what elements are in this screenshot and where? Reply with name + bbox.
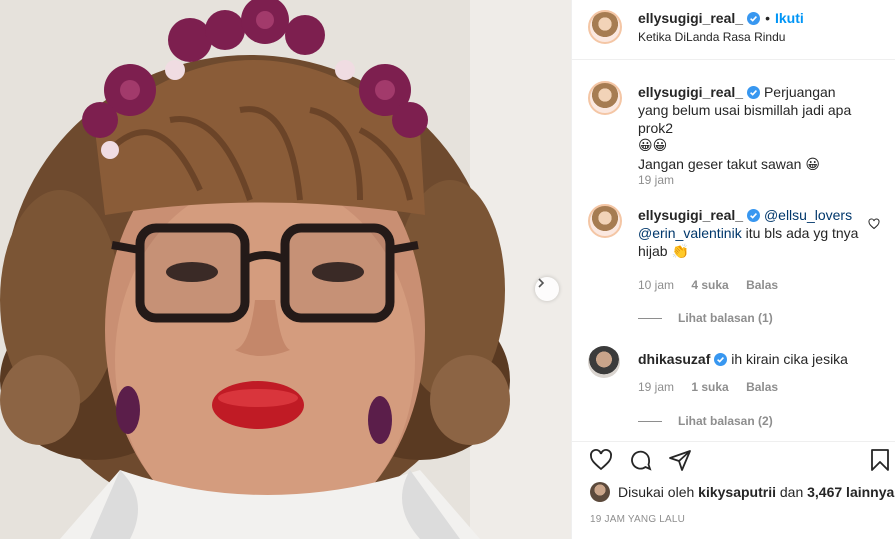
likes-count[interactable]: 3,467 lainnya [807, 484, 894, 500]
verified-badge-icon [747, 11, 761, 25]
post-timestamp[interactable]: 19 JAM YANG LALU [590, 514, 685, 525]
comment-meta: 10 jam 4 suka Balas [638, 278, 792, 292]
chevron-right-icon [538, 278, 545, 288]
view-replies-button[interactable]: Lihat balasan (1) [638, 311, 773, 325]
liker-username[interactable]: kikysaputrii [698, 484, 776, 500]
post-actions: Disukai oleh kikysaputrii dan 3,467 lain… [572, 441, 895, 539]
comment-emoji: 👏 [671, 244, 689, 260]
replies-divider [638, 421, 662, 423]
view-replies-button[interactable]: Lihat balasan (2) [638, 414, 773, 428]
post-sidebar: ellysugigi_real_ • Ikuti Ketika DiLanda … [571, 0, 895, 539]
caption-emoji-end: 😀 [805, 157, 820, 173]
caption-meta: 19 jam [638, 173, 688, 187]
share-icon[interactable] [668, 448, 692, 472]
likes-summary: Disukai oleh kikysaputrii dan 3,467 lain… [590, 482, 894, 502]
replies-divider [638, 318, 662, 320]
follow-separator: • [765, 10, 770, 26]
like-comment-heart-icon[interactable] [868, 218, 880, 230]
portrait-illustration [0, 0, 571, 539]
mention-link[interactable]: @erin_valentinik [638, 225, 742, 241]
reply-button[interactable]: Balas [746, 278, 778, 292]
author-username[interactable]: ellysugigi_real_ [638, 10, 743, 26]
mention-link[interactable]: @ellsu_lovers [764, 207, 852, 223]
likes-middle: dan [779, 484, 804, 500]
liker-avatar[interactable] [590, 482, 610, 502]
commenter-username[interactable]: dhikasuzaf [638, 351, 710, 367]
commenter-avatar[interactable] [588, 204, 622, 238]
comment-time[interactable]: 19 jam [638, 173, 674, 187]
follow-button[interactable]: Ikuti [775, 10, 804, 26]
comments-list: ellysugigi_real_ Perjuangan yang belum u… [572, 61, 895, 441]
comment-body: ih kirain cika jesika [731, 351, 848, 367]
header-title-row: ellysugigi_real_ • Ikuti [638, 10, 804, 26]
comment-text: dhikasuzaf ih kirain cika jesika [638, 350, 868, 368]
post-photo[interactable] [0, 0, 571, 539]
comment-likes[interactable]: 1 suka [691, 380, 728, 394]
comment-likes[interactable]: 4 suka [691, 278, 728, 292]
commenter-avatar[interactable] [588, 81, 622, 115]
comment-time[interactable]: 10 jam [638, 278, 674, 292]
view-replies-label: Lihat balasan (2) [678, 414, 773, 428]
verified-badge-icon [747, 209, 761, 222]
commenter-avatar[interactable] [588, 346, 620, 378]
caption-line2: Jangan geser takut sawan [638, 156, 802, 172]
commenter-username[interactable]: ellysugigi_real_ [638, 84, 743, 100]
verified-badge-icon [714, 353, 728, 366]
likes-prefix: Disukai oleh [618, 484, 695, 500]
comment-meta: 19 jam 1 suka Balas [638, 380, 792, 394]
comment-time[interactable]: 19 jam [638, 380, 674, 394]
reply-button[interactable]: Balas [746, 380, 778, 394]
heart-icon[interactable] [588, 448, 614, 472]
caption-emoji-line: 😀😀 [638, 138, 668, 154]
comment-icon[interactable] [628, 448, 654, 472]
caption-text: ellysugigi_real_ Perjuangan yang belum u… [638, 83, 868, 174]
verified-badge-icon [747, 86, 761, 99]
post-location[interactable]: Ketika DiLanda Rasa Rindu [638, 30, 785, 44]
comment-text: ellysugigi_real_ @ellsu_lovers @erin_val… [638, 206, 868, 261]
post-header: ellysugigi_real_ • Ikuti Ketika DiLanda … [572, 0, 895, 60]
next-photo-button[interactable] [535, 277, 559, 301]
bookmark-icon[interactable] [870, 448, 890, 472]
commenter-username[interactable]: ellysugigi_real_ [638, 207, 743, 223]
author-avatar[interactable] [588, 10, 622, 44]
view-replies-label: Lihat balasan (1) [678, 311, 773, 325]
